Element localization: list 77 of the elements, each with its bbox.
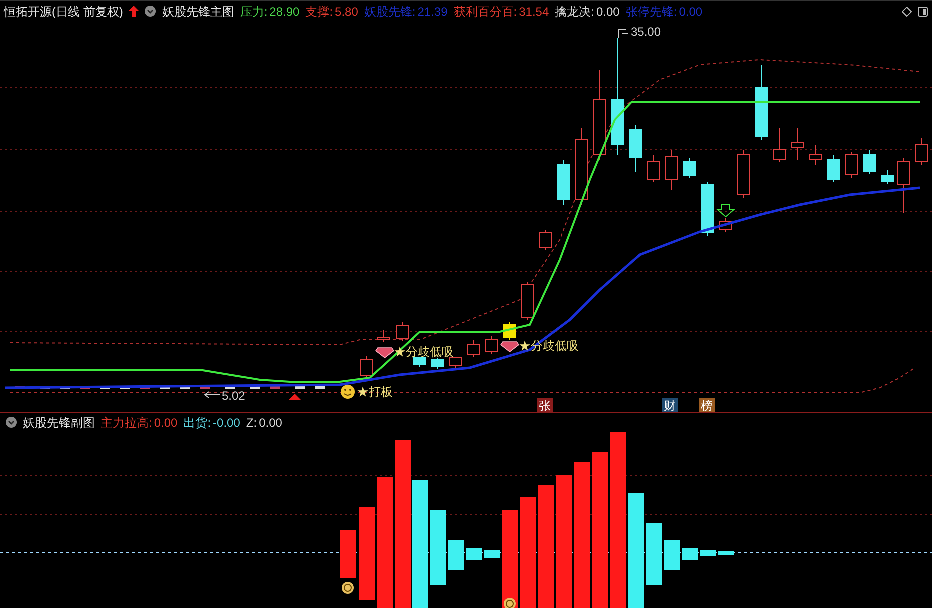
histogram-bar xyxy=(466,548,482,560)
candlestick xyxy=(378,330,390,342)
signal-tag: 榜 xyxy=(699,398,715,412)
up-arrow-icon xyxy=(129,6,140,17)
indicator-label: 主力拉高: xyxy=(101,414,152,432)
indicator-label: 妖股先锋: xyxy=(364,4,416,20)
histogram-bar xyxy=(682,548,698,560)
high-price-label: 35.00 xyxy=(631,25,662,39)
down-arrow-icon xyxy=(716,204,736,218)
candlestick xyxy=(846,152,858,178)
candlestick xyxy=(360,356,374,378)
indicator-value: 0.00 xyxy=(154,414,178,432)
indicator-label: 支撑: xyxy=(306,4,334,20)
panel-toggle-icon[interactable] xyxy=(918,6,928,16)
candlestick xyxy=(702,182,714,236)
candlestick xyxy=(432,358,444,370)
indicator-label: 擒龙决: xyxy=(555,4,594,20)
candlestick xyxy=(666,150,678,190)
up-triangle-icon xyxy=(289,394,301,400)
candlestick xyxy=(774,128,786,162)
candlestick xyxy=(916,138,928,166)
indicator-value: 0.00 xyxy=(679,4,703,20)
indicator-value: 5.80 xyxy=(335,4,358,20)
histogram-bar xyxy=(718,551,734,555)
candlestick xyxy=(864,150,876,174)
indicator-label: 获利百分百: xyxy=(454,4,518,20)
instrument-title: 恒拓开源(日线 前复权) xyxy=(4,4,124,20)
indicator-value: 31.54 xyxy=(519,4,550,20)
signal-label: ★打板 xyxy=(357,385,393,399)
candlestick xyxy=(720,218,732,232)
histogram-bar xyxy=(664,540,680,570)
dropdown-icon[interactable] xyxy=(145,6,156,17)
candlestick xyxy=(522,282,534,320)
candlestick xyxy=(648,154,660,182)
candlestick xyxy=(898,158,910,214)
indicator-label: 张停先锋: xyxy=(626,4,678,20)
indicator-value: 0.00 xyxy=(259,414,282,432)
indicator-value: -0.00 xyxy=(213,414,240,432)
indicator-value: 21.39 xyxy=(418,4,448,20)
high-marker-icon xyxy=(618,30,628,38)
candlestick xyxy=(486,336,498,354)
histogram-bar xyxy=(340,530,356,578)
candlestick xyxy=(414,356,426,368)
candlestick xyxy=(810,144,822,166)
indicator-title: 妖股先锋副图 xyxy=(23,414,95,432)
candlestick xyxy=(450,356,462,368)
indicator-value: 0.00 xyxy=(596,4,620,20)
candlestick xyxy=(882,170,894,184)
smiley-icon xyxy=(341,385,355,399)
candlestick xyxy=(738,150,750,198)
low-price-label: 5.02 xyxy=(222,389,246,403)
candlestick xyxy=(225,386,235,389)
candlestick xyxy=(540,230,552,250)
indicator-label: Z: xyxy=(246,414,258,432)
candlestick xyxy=(396,322,410,342)
histogram-bar xyxy=(700,550,716,556)
indicator-label: 压力: xyxy=(240,4,268,20)
indicator-title: 妖股先锋主图 xyxy=(162,4,234,20)
candlestick xyxy=(558,160,570,206)
diamond-icon[interactable] xyxy=(902,6,912,16)
candlestick xyxy=(15,386,25,389)
gem-icon xyxy=(500,342,520,352)
dropdown-icon[interactable] xyxy=(6,417,17,428)
candlestick xyxy=(792,128,804,160)
candlestick xyxy=(828,154,840,182)
indicator-value: 28.90 xyxy=(270,4,300,20)
indicator-label: 出货: xyxy=(184,414,212,432)
candlestick xyxy=(468,340,480,358)
signal-tag: 张 xyxy=(537,398,553,412)
signal-tag: 财 xyxy=(662,398,678,412)
histogram-bar xyxy=(448,540,464,570)
arrow-icon xyxy=(204,392,220,398)
candlestick xyxy=(684,158,696,178)
histogram-bar xyxy=(484,550,500,558)
candlestick xyxy=(630,124,642,172)
histogram-bar xyxy=(646,523,662,585)
gem-icon xyxy=(375,348,395,358)
